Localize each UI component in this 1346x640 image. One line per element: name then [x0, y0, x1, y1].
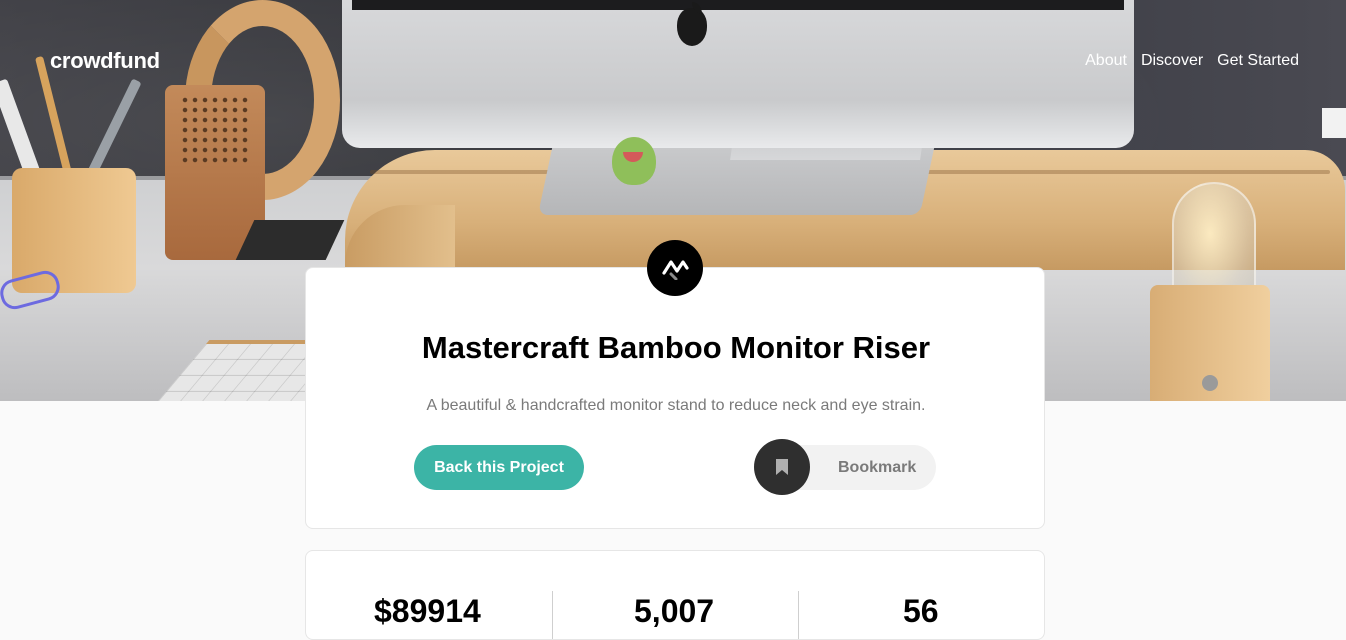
stat-days-left: 56 — [903, 593, 939, 629]
stat-total-backers: 5,007 — [634, 593, 715, 629]
project-title: Mastercraft Bamboo Monitor Riser — [421, 330, 931, 365]
back-project-label: Back this Project — [434, 458, 564, 476]
nav-link-about[interactable]: About — [1085, 52, 1127, 70]
project-card: Mastercraft Bamboo Monitor Riser A beaut… — [305, 267, 1045, 529]
hero-monitor-screen — [352, 0, 1124, 10]
apple-logo-icon — [677, 8, 707, 46]
bookmark-label: Bookmark — [838, 458, 917, 476]
hero-speaker-grille — [180, 95, 250, 165]
bookmark-icon — [754, 439, 810, 495]
stats-card: $89914 5,007 56 — [305, 550, 1045, 640]
stats-divider — [798, 591, 799, 639]
hero-speaker-base — [235, 220, 345, 260]
hero-lamp-knob — [1202, 375, 1218, 391]
project-description: A beautiful & handcrafted monitor stand … — [426, 397, 926, 414]
stat-amount-backed: $89914 — [374, 593, 481, 629]
site-logo[interactable]: crowdfund — [50, 48, 160, 74]
nav-link-get-started[interactable]: Get Started — [1217, 52, 1299, 70]
mastercraft-logo-icon — [647, 240, 703, 296]
hero-shelf — [1322, 108, 1346, 138]
bookmark-button[interactable]: Bookmark — [754, 439, 936, 495]
nav-link-discover[interactable]: Discover — [1141, 52, 1203, 70]
stats-divider — [552, 591, 553, 639]
main-nav: About Discover Get Started — [1085, 52, 1299, 70]
back-project-button[interactable]: Back this Project — [414, 445, 584, 490]
hero-monitor — [342, 0, 1134, 148]
